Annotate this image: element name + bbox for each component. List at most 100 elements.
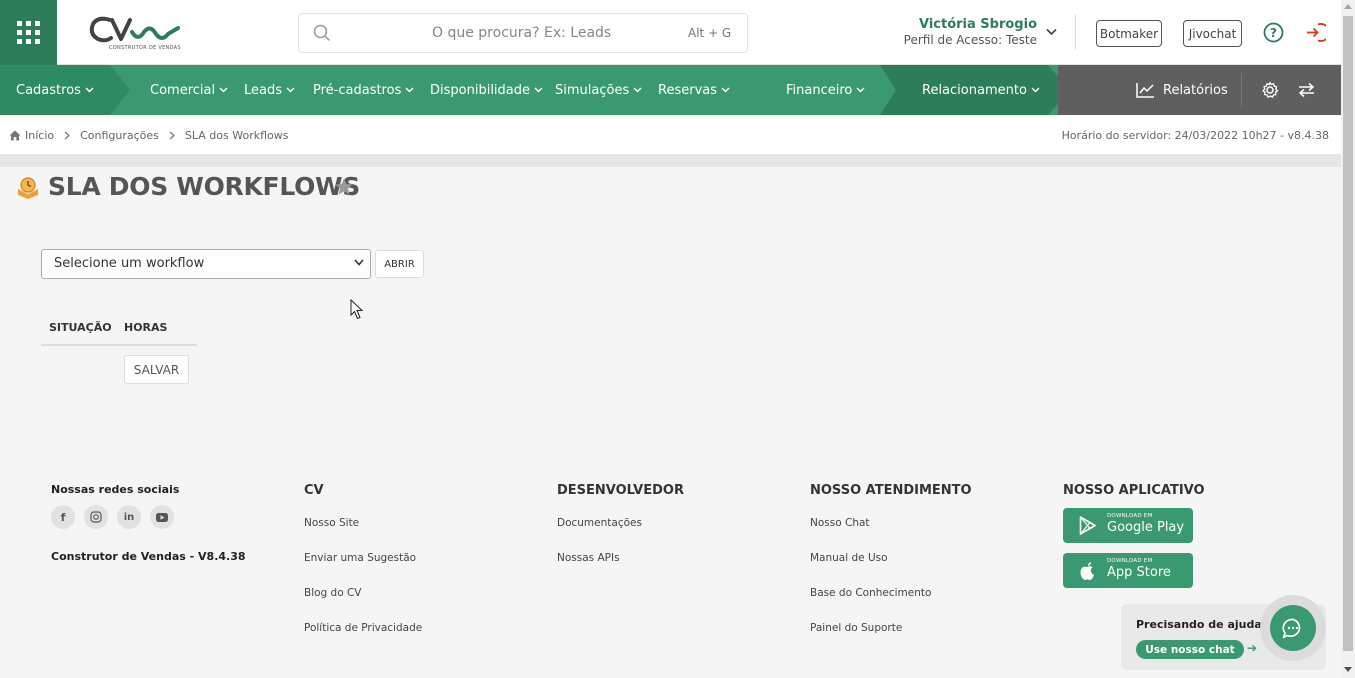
chevron-right-icon	[64, 131, 71, 140]
jivochat-button[interactable]: Jivochat	[1183, 20, 1242, 47]
user-menu[interactable]: Victória Sbrogio Perfil de Acesso: Teste	[900, 17, 1037, 47]
breadcrumb: Início Configurações SLA dos Workflows	[9, 129, 289, 142]
chevron-down-icon	[633, 87, 642, 93]
footer-link[interactable]: Painel do Suporte	[810, 622, 902, 634]
apple-icon	[1080, 562, 1094, 580]
svg-text:?: ?	[1270, 26, 1277, 40]
chevron-down-icon	[1031, 87, 1040, 93]
help-icon[interactable]: ?	[1263, 22, 1284, 43]
chevron-down-icon	[534, 87, 543, 93]
linkedin-icon[interactable]: in	[117, 505, 141, 529]
nav-item-leads[interactable]: Leads	[244, 65, 295, 115]
chat-bubble-icon	[1282, 618, 1301, 638]
chart-line-icon	[1136, 83, 1154, 98]
search-icon	[313, 24, 331, 42]
scrollbar-thumb[interactable]	[1343, 16, 1353, 651]
main-nav: Cadastros Comercial Leads Pré-cadastros …	[0, 65, 1341, 115]
table-header-divider	[41, 344, 197, 346]
gear-icon[interactable]	[1261, 81, 1279, 99]
chevron-down-icon	[856, 87, 865, 93]
footer-version: Construtor de Vendas - V8.4.38	[51, 550, 246, 563]
chevron-down-icon	[405, 87, 414, 93]
chevron-down-icon[interactable]	[1046, 28, 1057, 36]
google-play-button[interactable]: DOWNLOAD EM Google Play	[1063, 508, 1193, 543]
workflow-select[interactable]: Selecione um workflow	[41, 249, 371, 279]
logout-icon[interactable]	[1305, 22, 1326, 43]
nav-item-cadastros[interactable]: Cadastros	[16, 65, 94, 115]
header-divider	[1075, 14, 1076, 50]
scroll-up-arrow[interactable]	[1344, 4, 1352, 9]
save-button[interactable]: SALVAR	[124, 355, 189, 384]
footer-app-title: NOSSO APLICATIVO	[1063, 483, 1205, 498]
app-store-label: App Store	[1107, 565, 1171, 580]
nav-item-relacionamento[interactable]: Relacionamento	[922, 65, 1040, 115]
star-icon[interactable]	[335, 178, 353, 195]
chat-fab[interactable]	[1260, 595, 1326, 661]
chat-cta-button[interactable]: Use nosso chat	[1136, 640, 1244, 659]
footer-link[interactable]: Nossas APIs	[557, 552, 620, 564]
footer-link[interactable]: Nosso Site	[304, 517, 359, 529]
top-header: CONSTRUTOR DE VENDAS O que procura? Ex: …	[0, 0, 1341, 65]
column-header-hours: HORAS	[124, 321, 168, 334]
footer-link[interactable]: Documentações	[557, 517, 642, 529]
footer-link[interactable]: Blog do CV	[304, 587, 362, 599]
nav-item-comercial[interactable]: Comercial	[150, 65, 228, 115]
footer-link[interactable]: Enviar uma Sugestão	[304, 552, 416, 564]
home-icon	[9, 130, 21, 141]
search-input[interactable]: O que procura? Ex: Leads Alt + G	[298, 13, 748, 53]
chevron-down-icon	[85, 87, 94, 93]
arrow-right-icon: ➔	[1247, 641, 1258, 655]
footer-link[interactable]: Nosso Chat	[810, 517, 870, 529]
server-time: Horário do servidor: 24/03/2022 10h27 - …	[1061, 129, 1329, 142]
grid-icon	[17, 21, 40, 44]
vertical-scrollbar[interactable]	[1341, 0, 1355, 678]
app-store-button[interactable]: DOWNLOAD EM App Store	[1063, 553, 1193, 588]
facebook-icon[interactable]: f	[51, 505, 75, 529]
breadcrumb-current: SLA dos Workflows	[184, 129, 289, 142]
chevron-down-icon	[721, 87, 730, 93]
nav-divider	[1241, 73, 1242, 107]
open-button[interactable]: ABRIR	[375, 250, 424, 278]
nav-tools: Relatórios	[1058, 65, 1341, 115]
botmaker-button[interactable]: Botmaker	[1096, 20, 1162, 47]
app-store-caption: DOWNLOAD EM	[1107, 558, 1153, 564]
google-play-label: Google Play	[1107, 520, 1185, 535]
swap-icon[interactable]	[1298, 82, 1315, 98]
user-role: Perfil de Acesso: Teste	[903, 33, 1037, 47]
social-title: Nossas redes sociais	[51, 483, 180, 496]
footer-link[interactable]: Base do Conhecimento	[810, 587, 931, 599]
nav-item-simulacoes[interactable]: Simulações	[555, 65, 642, 115]
user-name: Victória Sbrogio	[918, 17, 1037, 32]
page-title: SLA DOS WORKFLOWS	[48, 172, 361, 201]
page-divider	[0, 155, 1341, 167]
search-shortcut: Alt + G	[688, 26, 732, 40]
breadcrumb-bar: Início Configurações SLA dos Workflows H…	[0, 115, 1341, 155]
breadcrumb-home[interactable]: Início	[25, 129, 54, 142]
breadcrumb-configuracoes[interactable]: Configurações	[80, 129, 159, 142]
workflow-sla-icon	[18, 177, 38, 199]
chevron-down-icon	[286, 87, 295, 93]
nav-item-pre-cadastros[interactable]: Pré-cadastros	[313, 65, 414, 115]
instagram-icon[interactable]	[84, 505, 108, 529]
help-question: Precisando de ajuda?	[1136, 618, 1269, 631]
footer-cv-title: CV	[304, 483, 324, 498]
nav-item-disponibilidade[interactable]: Disponibilidade	[430, 65, 543, 115]
nav-item-reservas[interactable]: Reservas	[658, 65, 730, 115]
chevron-right-icon	[169, 131, 175, 140]
youtube-icon[interactable]	[150, 505, 174, 529]
footer-link[interactable]: Manual de Uso	[810, 552, 888, 564]
nav-item-financeiro[interactable]: Financeiro	[786, 65, 865, 115]
workflow-select-value: Selecione um workflow	[54, 256, 205, 271]
footer-support-title: NOSSO ATENDIMENTO	[810, 483, 972, 498]
google-play-caption: DOWNLOAD EM	[1107, 513, 1153, 519]
chevron-down-icon	[354, 259, 364, 266]
column-header-situation: SITUAÇÃO	[49, 321, 112, 334]
search-placeholder: O que procura? Ex: Leads	[432, 25, 612, 41]
logo-subtitle: CONSTRUTOR DE VENDAS	[109, 45, 181, 51]
scroll-down-arrow[interactable]	[1344, 667, 1352, 672]
footer-dev-title: DESENVOLVEDOR	[557, 483, 684, 498]
footer-link[interactable]: Política de Privacidade	[304, 622, 422, 634]
nav-item-relatorios[interactable]: Relatórios	[1136, 65, 1228, 115]
google-play-icon	[1079, 516, 1096, 535]
apps-menu-button[interactable]	[0, 0, 57, 65]
